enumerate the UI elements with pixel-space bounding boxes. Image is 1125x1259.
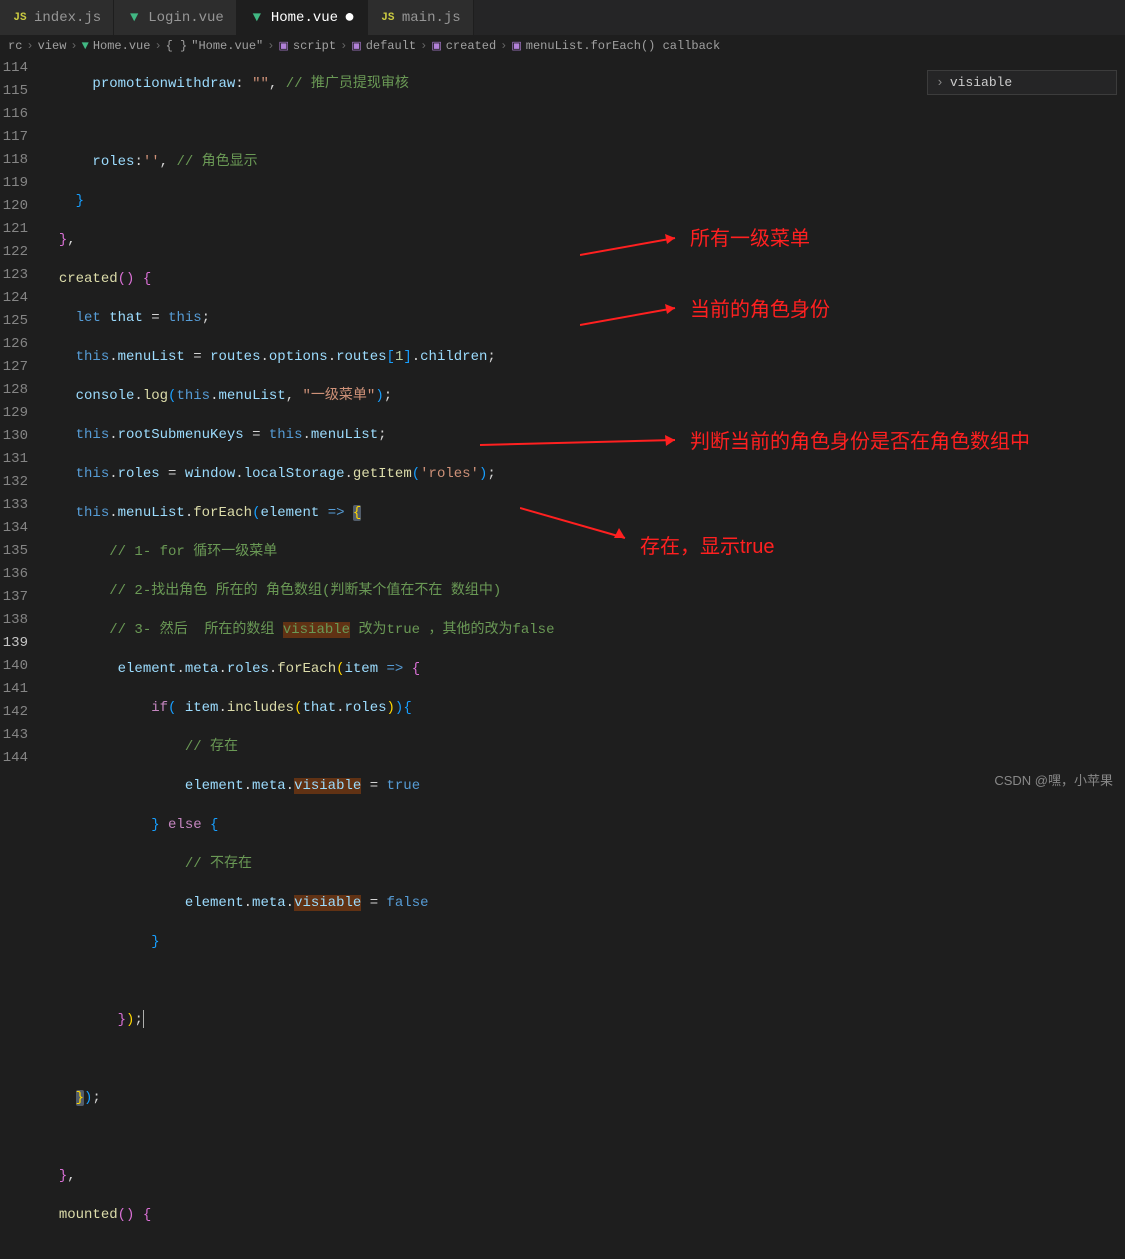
cube-icon: ▣ — [431, 39, 441, 53]
tab-main-js[interactable]: JSmain.js — [368, 0, 474, 35]
vue-icon: ▼ — [126, 10, 142, 26]
breadcrumb-item[interactable]: "Home.vue" — [191, 39, 263, 53]
vue-icon: ▼ — [82, 39, 89, 53]
vue-icon: ▼ — [249, 10, 265, 26]
brace-icon: { } — [166, 39, 188, 53]
cube-icon: ▣ — [278, 39, 288, 53]
tab-login-vue[interactable]: ▼Login.vue — [114, 0, 237, 35]
breadcrumb-item[interactable]: default — [366, 39, 416, 53]
breadcrumb-item[interactable]: menuList.forEach() callback — [526, 39, 720, 53]
watermark: CSDN @嘿，小苹果 — [994, 770, 1113, 789]
breadcrumb-item[interactable]: script — [293, 39, 336, 53]
js-icon: JS — [380, 10, 396, 26]
tab-home-vue[interactable]: ▼Home.vue● — [237, 0, 368, 35]
cube-icon: ▣ — [511, 39, 521, 53]
breadcrumb-item[interactable]: rc — [8, 39, 22, 53]
breadcrumb-item[interactable]: Home.vue — [93, 39, 151, 53]
line-gutter: 1141151161171181191201211221231241251261… — [0, 57, 42, 794]
code-editor[interactable]: 1141151161171181191201211221231241251261… — [0, 57, 1125, 794]
tab-bar: JSindex.js ▼Login.vue ▼Home.vue● JSmain.… — [0, 0, 1125, 35]
breadcrumb: rc› view› ▼Home.vue› { }"Home.vue"› ▣scr… — [0, 35, 1125, 57]
cube-icon: ▣ — [351, 39, 361, 53]
breadcrumb-item[interactable]: created — [446, 39, 496, 53]
breadcrumb-item[interactable]: view — [38, 39, 67, 53]
tab-index-js[interactable]: JSindex.js — [0, 0, 114, 35]
js-icon: JS — [12, 10, 28, 26]
code-area[interactable]: promotionwithdraw: "", // 推广员提现审核 roles:… — [42, 57, 1125, 794]
